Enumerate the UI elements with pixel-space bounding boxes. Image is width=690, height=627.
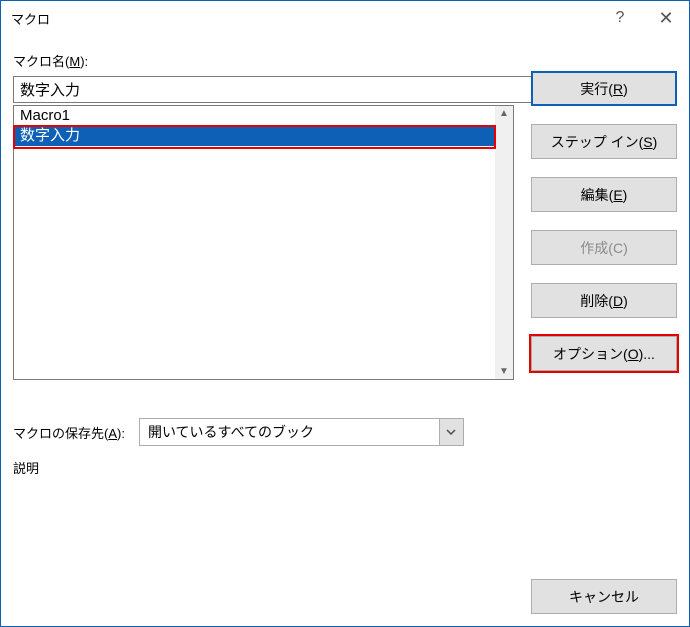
scroll-down-icon: ▼	[499, 366, 509, 377]
edit-button[interactable]: 編集(E)	[531, 177, 677, 212]
macro-name-label: マクロ名(M):	[13, 51, 677, 70]
macro-dialog: マクロ ? ✕ マクロ名(M): Macro1 数字入力	[0, 0, 690, 627]
chevron-down-icon	[439, 419, 463, 445]
window-title: マクロ	[11, 9, 597, 28]
macro-list-items: Macro1 数字入力	[14, 106, 495, 379]
delete-button[interactable]: 削除(D)	[531, 283, 677, 318]
macro-listbox[interactable]: Macro1 数字入力 ▲ ▼	[13, 105, 514, 380]
run-button[interactable]: 実行(R)	[531, 71, 677, 106]
macro-list-wrap: Macro1 数字入力 ▲ ▼	[13, 105, 514, 380]
storage-value: 開いているすべてのブック	[148, 422, 314, 442]
step-in-button[interactable]: ステップ イン(S)	[531, 124, 677, 159]
list-item[interactable]: Macro1	[14, 106, 495, 126]
close-button[interactable]: ✕	[643, 1, 689, 36]
scroll-up-icon: ▲	[499, 108, 509, 119]
help-button[interactable]: ?	[597, 1, 643, 36]
options-button[interactable]: オプション(O)...	[531, 336, 677, 371]
cancel-row: キャンセル	[531, 579, 677, 614]
list-item[interactable]: 数字入力	[14, 126, 495, 146]
client-area: マクロ名(M): Macro1 数字入力 ▲ ▼	[13, 51, 677, 614]
scrollbar[interactable]: ▲ ▼	[495, 106, 513, 379]
description-label: 説明	[13, 458, 677, 477]
close-icon: ✕	[658, 8, 673, 29]
create-button: 作成(C)	[531, 230, 677, 265]
help-icon: ?	[616, 9, 625, 27]
titlebar: マクロ ? ✕	[1, 1, 689, 36]
storage-dropdown[interactable]: 開いているすべてのブック	[139, 418, 464, 446]
cancel-button[interactable]: キャンセル	[531, 579, 677, 614]
storage-label: マクロの保存先(A):	[13, 423, 125, 442]
storage-row: マクロの保存先(A): 開いているすべてのブック	[13, 418, 677, 446]
button-column: 実行(R) ステップ イン(S) 編集(E) 作成(C) 削除(D) オプション…	[531, 71, 677, 371]
